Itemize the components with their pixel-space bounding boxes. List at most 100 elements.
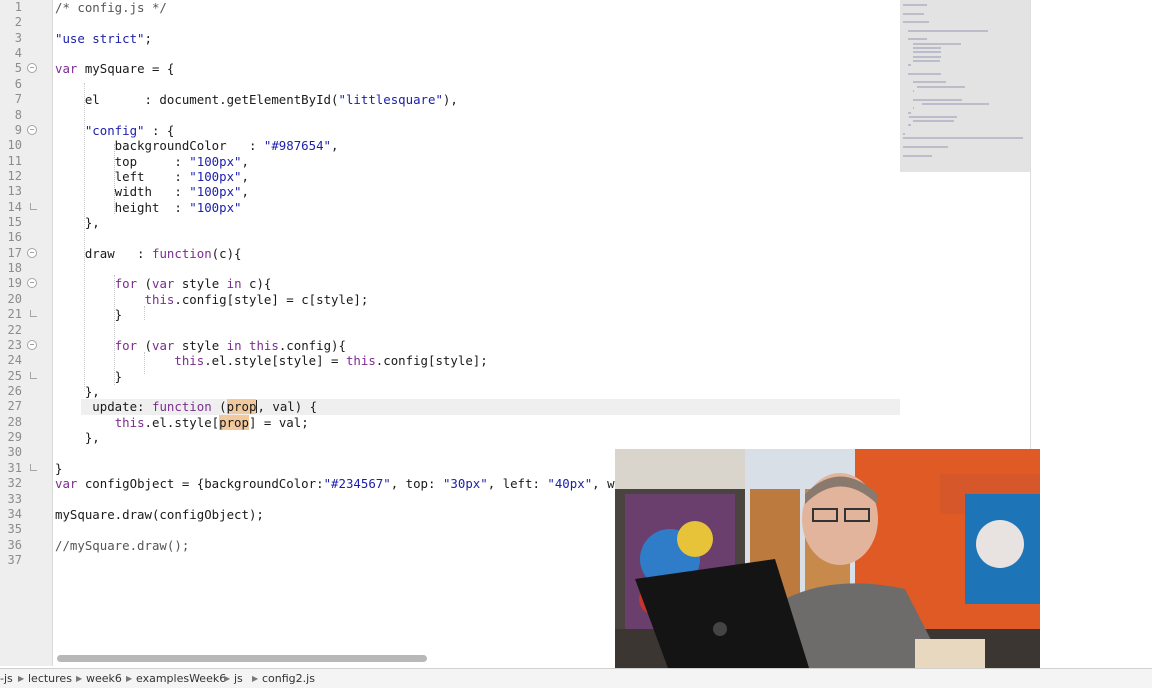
line-number: 2 (14, 15, 22, 29)
code-line[interactable]: top : "100px", (55, 154, 249, 169)
line-number: 24 (7, 353, 22, 367)
line-number: 10 (7, 138, 22, 152)
code-line[interactable]: }, (55, 430, 100, 445)
line-number: 31 (7, 461, 22, 475)
breadcrumb-item[interactable]: config2.js (262, 672, 315, 685)
minimap-line (903, 133, 905, 135)
line-number: 18 (7, 261, 22, 275)
fold-marker-icon[interactable]: − (27, 248, 37, 258)
line-number: 20 (7, 292, 22, 306)
breadcrumb-item[interactable]: week6 (86, 672, 122, 685)
line-number: 32 (7, 476, 22, 490)
line-number: 13 (7, 184, 22, 198)
code-line[interactable]: left : "100px", (55, 169, 249, 184)
minimap-line (903, 12, 924, 15)
fold-marker-icon[interactable]: − (27, 278, 37, 288)
line-number: 14 (7, 200, 22, 214)
breadcrumb-item[interactable]: -js (0, 672, 13, 685)
code-line[interactable]: var configObject = {backgroundColor:"#23… (55, 476, 615, 491)
minimap-line (917, 85, 966, 88)
breadcrumb-arrow-icon: ▶ (18, 674, 25, 683)
minimap-line (912, 120, 955, 123)
code-line[interactable]: mySquare.draw(configObject); (55, 507, 264, 522)
code-line[interactable]: height : "100px" (55, 200, 242, 215)
code-line[interactable]: this.el.style[style] = this.config[style… (55, 353, 487, 368)
line-number: 36 (7, 538, 22, 552)
breadcrumb-item[interactable]: lectures (28, 672, 72, 685)
code-line[interactable]: }, (55, 215, 100, 230)
indent-guide (144, 306, 145, 320)
line-number: 8 (14, 108, 22, 122)
webcam-video-overlay (615, 449, 1040, 687)
code-line[interactable]: this.el.style[prop] = val; (55, 415, 309, 430)
code-line[interactable]: } (55, 307, 122, 322)
minimap-line (912, 98, 963, 101)
horizontal-scrollbar-thumb[interactable] (57, 655, 427, 662)
fold-end-marker-icon (30, 310, 37, 317)
fold-marker-icon[interactable]: − (27, 125, 37, 135)
line-number: 27 (7, 399, 22, 413)
code-line[interactable]: this.config[style] = c[style]; (55, 292, 369, 307)
code-line[interactable]: width : "100px", (55, 184, 249, 199)
fold-end-marker-icon (30, 203, 37, 210)
line-number: 29 (7, 430, 22, 444)
line-number: 5 (14, 61, 22, 75)
breadcrumb-item[interactable]: examplesWeek6 (136, 672, 226, 685)
minimap-line (903, 21, 929, 24)
minimap-line (912, 51, 942, 54)
line-number: 3 (14, 31, 22, 45)
minimap[interactable] (900, 0, 1030, 172)
code-line[interactable]: update: function (prop, val) { (55, 399, 317, 414)
breadcrumb-arrow-icon: ▶ (126, 674, 133, 683)
line-number: 11 (7, 154, 22, 168)
line-number: 17 (7, 246, 22, 260)
line-number: 35 (7, 522, 22, 536)
code-line[interactable]: draw : function(c){ (55, 246, 242, 261)
line-number-gutter: 1 2 3 4 5−6 7 8 9−10 11 12 13 14 15 16 17−18 19−20 21 22 2… (0, 0, 53, 666)
minimap-line (903, 137, 1023, 140)
line-number: 19 (7, 276, 22, 290)
minimap-line (912, 42, 961, 45)
minimap-line (907, 38, 927, 41)
code-line[interactable]: } (55, 369, 122, 384)
minimap-line (912, 47, 942, 49)
line-number: 34 (7, 507, 22, 521)
fold-marker-icon[interactable]: − (27, 340, 37, 350)
line-number: 21 (7, 307, 22, 321)
minimap-line (903, 145, 948, 148)
code-line[interactable]: /* config.js */ (55, 0, 167, 15)
code-line[interactable]: backgroundColor : "#987654", (55, 138, 339, 153)
code-line[interactable]: "config" : { (55, 123, 175, 138)
minimap-line (903, 154, 932, 157)
minimap-line (912, 59, 940, 62)
fold-marker-icon[interactable]: − (27, 63, 37, 73)
line-number: 25 (7, 369, 22, 383)
breadcrumb-arrow-icon: ▶ (252, 674, 259, 683)
breadcrumb-arrow-icon: ▶ (224, 674, 231, 683)
line-number: 9 (14, 123, 22, 137)
line-number: 30 (7, 445, 22, 459)
minimap-line (907, 29, 988, 32)
code-line[interactable]: for (var style in this.config){ (55, 338, 346, 353)
code-line[interactable]: for (var style in c){ (55, 276, 272, 291)
minimap-line (912, 55, 942, 58)
code-line[interactable]: }, (55, 384, 100, 399)
minimap-line (907, 124, 911, 127)
code-line[interactable]: } (55, 461, 62, 476)
minimap-line (903, 4, 927, 6)
minimap-line (922, 102, 990, 105)
code-line[interactable]: "use strict"; (55, 31, 152, 46)
minimap-line (909, 115, 957, 118)
line-number: 33 (7, 492, 22, 506)
line-number: 28 (7, 415, 22, 429)
code-line[interactable]: el : document.getElementById("littlesqua… (55, 92, 458, 107)
horizontal-scrollbar[interactable] (53, 652, 613, 664)
line-number: 37 (7, 553, 22, 567)
line-number: 7 (14, 92, 22, 106)
minimap-line (912, 107, 915, 110)
fold-end-marker-icon (30, 464, 37, 471)
code-line[interactable]: //mySquare.draw(); (55, 538, 189, 553)
breadcrumb-arrow-icon: ▶ (76, 674, 83, 683)
code-line[interactable]: var mySquare = { (55, 61, 174, 76)
breadcrumb-item[interactable]: js (234, 672, 243, 685)
